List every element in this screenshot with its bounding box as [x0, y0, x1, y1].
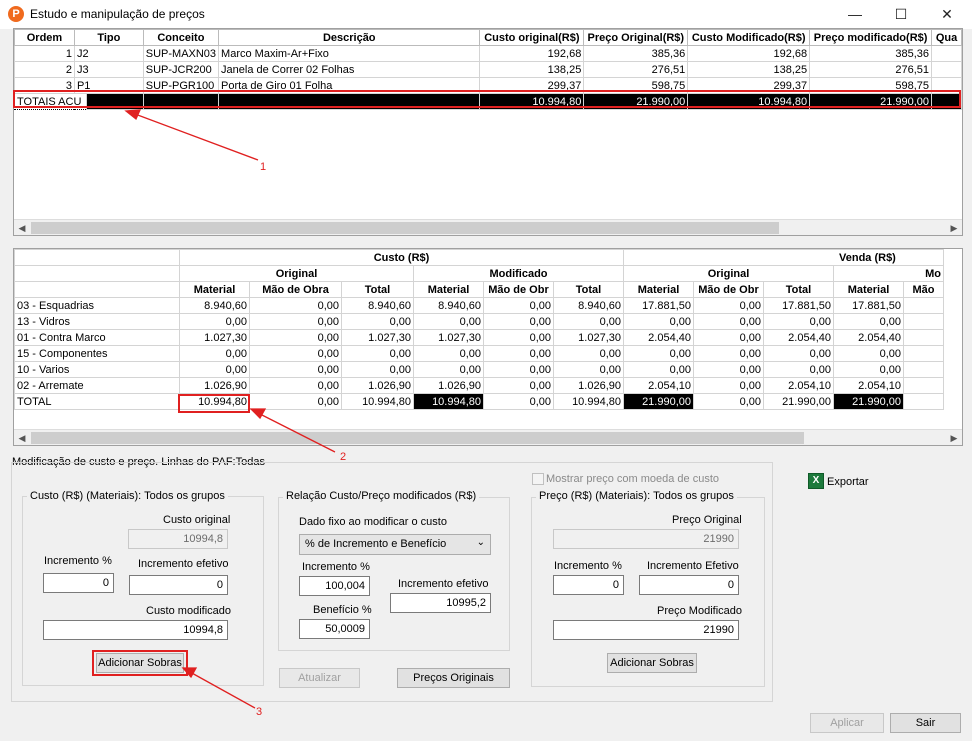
- annotation-label-3: 3: [256, 706, 263, 718]
- annotation-label-2: 2: [340, 451, 347, 463]
- annotation-arrows: [124, 109, 336, 709]
- annotation-label-1: 1: [260, 161, 267, 173]
